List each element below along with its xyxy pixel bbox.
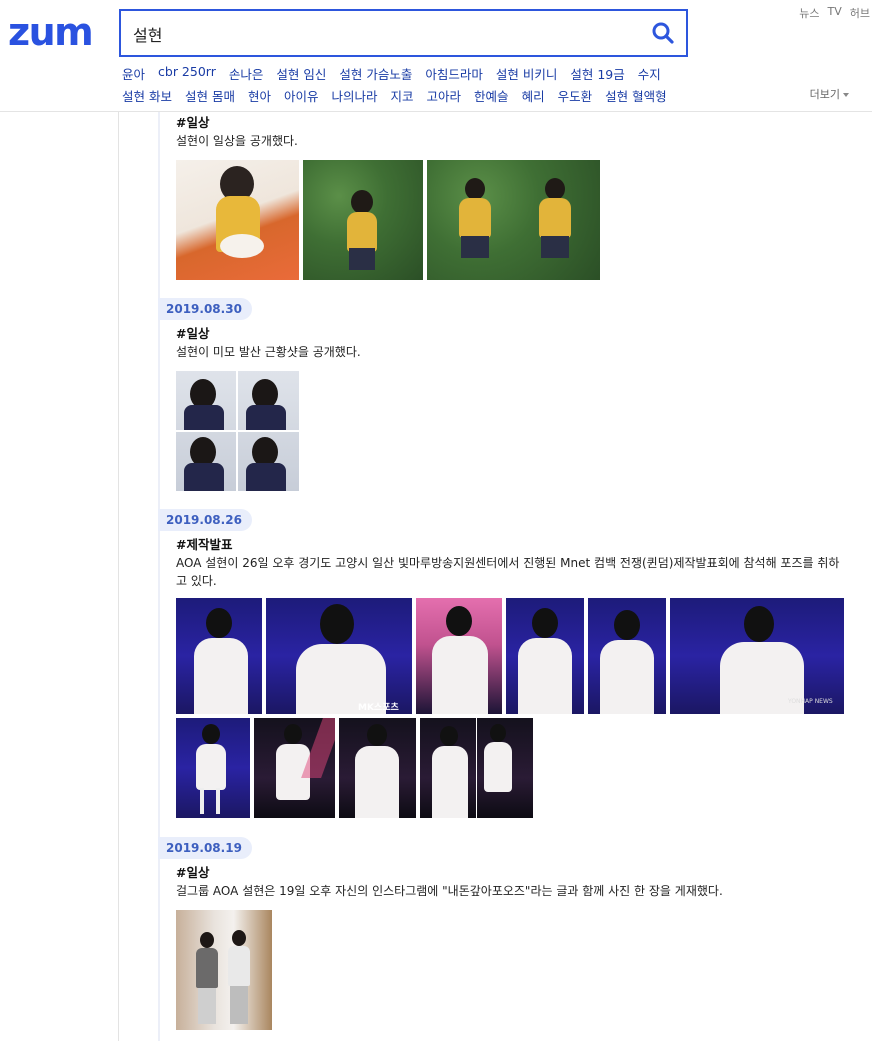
related-searches-row-1: 윤아 cbr 250rr 손나은 설현 임신 설현 가슴노출 아침드라마 설현 … (122, 64, 661, 83)
photo-thumbnail[interactable] (176, 910, 272, 1030)
entry-date: 2019.08.26 (158, 509, 252, 531)
related-searches-row-2: 설현 화보 설현 몸매 현아 아이유 나의나라 지코 고아라 한예슬 혜리 우도… (122, 86, 667, 105)
timeline-entry: 2019.08.30 #일상 설현이 미모 발산 근황샷을 공개했다. (158, 298, 858, 491)
header: zum 뉴스 TV 허브 윤아 cbr 250rr 손나은 설현 임신 설현 가… (0, 0, 872, 112)
photo-thumbnail[interactable] (176, 598, 262, 714)
related-search-link[interactable]: 나의나라 (332, 86, 378, 105)
search-icon[interactable] (652, 22, 674, 44)
related-search-link[interactable]: 혜리 (522, 86, 545, 105)
related-search-link[interactable]: 한예슬 (474, 86, 509, 105)
search-box (119, 9, 688, 57)
related-search-link[interactable]: 설현 19금 (570, 64, 624, 83)
photo-thumbnail[interactable] (176, 371, 299, 491)
photo-thumbnail[interactable] (254, 718, 335, 818)
photo-thumbnail[interactable] (420, 718, 533, 818)
related-search-link[interactable]: 설현 혈액형 (605, 86, 666, 105)
watermark: YONHAP NEWS (788, 698, 833, 705)
photo-thumbnail[interactable] (176, 160, 299, 280)
more-button[interactable]: 더보기 (810, 86, 849, 102)
entry-tag[interactable]: #제작발표 (176, 536, 858, 554)
related-search-link[interactable]: 설현 화보 (122, 86, 172, 105)
related-search-link[interactable]: 수지 (638, 64, 661, 83)
timeline-entry: 2019.08.19 #일상 걸그룹 AOA 설현은 19일 오후 자신의 인스… (158, 837, 858, 1030)
photo-thumbnail[interactable] (303, 160, 423, 280)
photo-thumbnail[interactable] (339, 718, 416, 818)
photo-thumbnail[interactable] (506, 598, 584, 714)
left-rule (118, 112, 119, 1041)
related-search-link[interactable]: 아침드라마 (425, 64, 483, 83)
top-links: 뉴스 TV 허브 (799, 5, 870, 21)
related-search-link[interactable]: 지코 (391, 86, 414, 105)
related-search-link[interactable]: 설현 몸매 (185, 86, 235, 105)
photo-thumbnail[interactable] (588, 598, 666, 714)
top-link-tv[interactable]: TV (828, 5, 842, 21)
entry-description: 설현이 일상을 공개했다. (176, 134, 298, 148)
related-search-link[interactable]: 우도환 (558, 86, 593, 105)
related-search-link[interactable]: 고아라 (427, 86, 462, 105)
photo-thumbnail[interactable]: MK스포츠 (266, 598, 412, 714)
related-search-link[interactable]: 설현 비키니 (496, 64, 557, 83)
entry-description: 설현이 미모 발산 근황샷을 공개했다. (176, 345, 361, 359)
timeline-entry: 2019.08.26 #제작발표 AOA 설현이 26일 오후 경기도 고양시 … (158, 509, 858, 818)
entry-description: AOA 설현이 26일 오후 경기도 고양시 일산 빛마루방송지원센터에서 진행… (176, 556, 840, 588)
timeline-entry: #일상 설현이 일상을 공개했다. (158, 114, 858, 280)
related-search-link[interactable]: 설현 임신 (276, 64, 326, 83)
related-search-link[interactable]: 아이유 (284, 86, 319, 105)
photo-thumbnail[interactable] (176, 718, 250, 818)
entry-tag[interactable]: #일상 (176, 114, 858, 132)
caret-down-icon (843, 93, 849, 97)
photo-thumbnail[interactable]: YONHAP NEWS (670, 598, 844, 714)
photo-thumbnail[interactable] (427, 160, 600, 280)
search-input[interactable] (133, 21, 633, 47)
zum-logo[interactable]: zum (8, 13, 94, 51)
more-button-label: 더보기 (809, 88, 840, 101)
entry-tag[interactable]: #일상 (176, 325, 858, 343)
entry-date: 2019.08.19 (158, 837, 252, 859)
top-link-news[interactable]: 뉴스 (799, 5, 819, 21)
related-search-link[interactable]: cbr 250rr (158, 64, 216, 83)
related-search-link[interactable]: 현아 (248, 86, 271, 105)
entry-tag[interactable]: #일상 (176, 864, 858, 882)
related-search-link[interactable]: 윤아 (122, 64, 145, 83)
watermark: MK스포츠 (358, 703, 399, 713)
entry-date: 2019.08.30 (158, 298, 252, 320)
related-search-link[interactable]: 손나은 (229, 64, 264, 83)
top-link-hub[interactable]: 허브 (850, 5, 870, 21)
photo-thumbnail[interactable] (416, 598, 502, 714)
entry-description: 걸그룹 AOA 설현은 19일 오후 자신의 인스타그램에 "내돈갚아포오즈"라… (176, 884, 723, 898)
related-search-link[interactable]: 설현 가슴노출 (339, 64, 412, 83)
